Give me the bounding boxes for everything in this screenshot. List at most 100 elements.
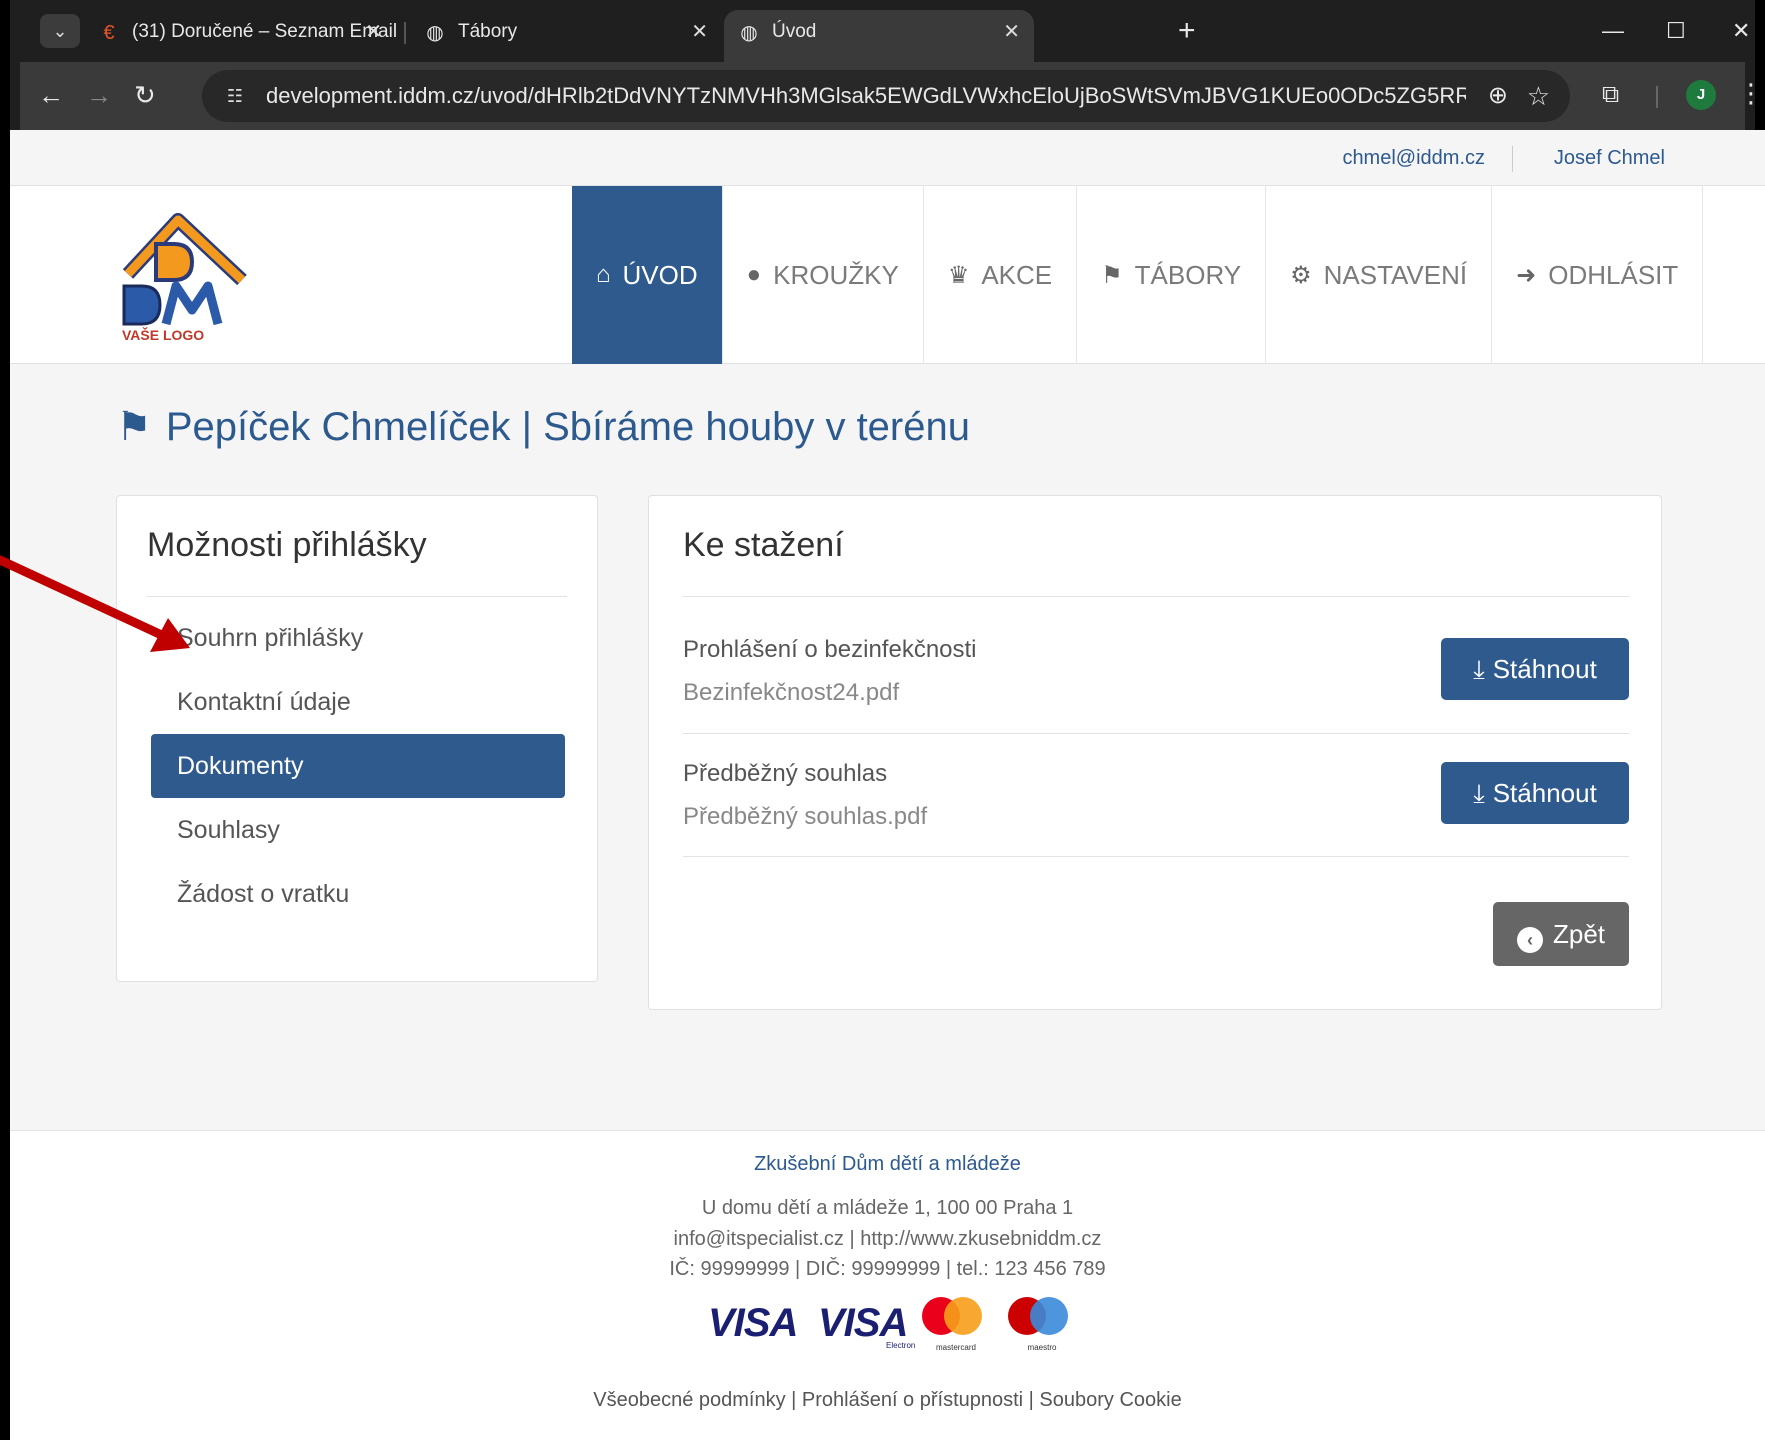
trophy-icon: ♛ [947, 261, 970, 289]
user-email-link[interactable]: chmel@iddm.cz [1342, 130, 1485, 186]
forward-arrow-icon[interactable]: → [86, 78, 112, 112]
row-divider [683, 856, 1629, 857]
document-title: Prohlášení o bezinfekčnosti [683, 636, 977, 663]
user-bar: chmel@iddm.cz Josef Chmel [10, 130, 1765, 186]
mastercard-label: mastercard [935, 1343, 976, 1352]
toolbar-separator [1656, 86, 1658, 108]
visa-electron-logo: VISA [818, 1301, 908, 1345]
nav-label: AKCE [981, 259, 1053, 290]
nav-akce[interactable]: ♛ AKCE [922, 186, 1076, 364]
maestro-blue-circle [1030, 1297, 1068, 1335]
footer-org-name[interactable]: Zkušební Dům dětí a mládeže [10, 1153, 1765, 1176]
globe-icon: ◍ [426, 22, 444, 44]
card-divider [147, 596, 567, 597]
window-close-icon[interactable]: ✕ [1732, 14, 1750, 48]
close-icon[interactable]: ✕ [365, 10, 382, 54]
zoom-icon[interactable]: ⊕ [1488, 70, 1508, 122]
nav-label: KROUŽKY [773, 259, 899, 290]
nav-label: NASTAVENÍ [1323, 259, 1468, 290]
chevron-left-icon: ‹ [1516, 927, 1543, 953]
download-button-label: Stáhnout [1492, 654, 1597, 684]
logout-icon: ➜ [1516, 261, 1537, 289]
tab-seznam[interactable]: € (31) Doručené – Seznam Email ✕ [84, 10, 398, 62]
gear-icon: ⚙ [1290, 261, 1312, 289]
tab-search-button[interactable]: ⌄ [40, 14, 80, 48]
document-title: Předběžný souhlas [683, 760, 888, 787]
tab-uvod[interactable]: ◍ Úvod ✕ [724, 10, 1034, 62]
browser-chrome: ⌄ € (31) Doručené – Seznam Email ✕ ◍ Táb… [0, 0, 1765, 130]
main-navigation: ⌂ ÚVOD ● KROUŽKY ♛ AKCE ⚑ TÁBORY ⚙ NASTA… [572, 186, 1704, 364]
site-footer: Zkušební Dům dětí a mládeže U domu dětí … [10, 1130, 1765, 1440]
nav-krouzky[interactable]: ● KROUŽKY [721, 186, 923, 364]
downloads-heading: Ke stažení [683, 526, 844, 564]
sidebar-item-souhrn[interactable]: Souhrn přihlášky [151, 606, 565, 670]
profile-avatar[interactable]: J [1686, 80, 1716, 110]
page-viewport: chmel@iddm.cz Josef Chmel VAŠE LOGO ⌂ ÚV… [10, 130, 1765, 1440]
tab-title: Tábory [458, 21, 518, 42]
mastercard-orange-circle [944, 1297, 982, 1335]
tab-tabory[interactable]: ◍ Tábory ✕ [410, 10, 722, 62]
page-title: ⚑ Pepíček Chmelíček | Sbíráme houby v ter… [116, 404, 970, 450]
row-divider [683, 733, 1629, 734]
signpost-icon: ⚑ [1101, 261, 1123, 289]
ddm-logo-icon: VAŠE LOGO [122, 213, 247, 343]
logo-text: VAŠE LOGO [122, 326, 204, 343]
annotation-arrow-icon [0, 555, 190, 652]
footer-address: U domu dětí a mládeže 1, 100 00 Praha 1 [701, 1197, 1074, 1219]
sidebar-item-kontakt[interactable]: Kontaktní údaje [151, 670, 565, 734]
document-filename: Bezinfekčnost24.pdf [683, 679, 900, 706]
extensions-icon[interactable]: ⧉ [1602, 78, 1619, 112]
visa-logo: VISA [708, 1301, 798, 1345]
nav-odhlasit[interactable]: ➜ ODHLÁSIT [1491, 186, 1704, 364]
seznam-icon: € [103, 22, 115, 44]
footer-ids: IČ: 99999999 | DIČ: 99999999 | tel.: 123… [669, 1258, 1106, 1280]
close-icon[interactable]: ✕ [691, 10, 708, 54]
browser-toolbar: ← → ↻ ☷ development.iddm.cz/uvod/dHRlb2t… [20, 62, 1764, 130]
download-icon: ⤓ [1473, 778, 1485, 808]
site-settings-icon[interactable]: ☷ [220, 82, 250, 110]
close-icon[interactable]: ✕ [1003, 10, 1020, 54]
card-divider [683, 596, 1629, 597]
nav-nastaveni[interactable]: ⚙ NASTAVENÍ [1265, 186, 1491, 364]
payment-logos: VISA VISA Electron mastercard maestro [700, 1293, 1100, 1355]
url-text[interactable]: development.iddm.cz/uvod/dHRlb2tDdVNYTzN… [266, 70, 1466, 122]
nav-tabory[interactable]: ⚑ TÁBORY [1076, 186, 1265, 364]
tab-strip: ⌄ € (31) Doručené – Seznam Email ✕ ◍ Táb… [20, 0, 1750, 62]
user-name-link[interactable]: Josef Chmel [1554, 130, 1665, 186]
footer-links[interactable]: Všeobecné podmínky | Prohlášení o přístu… [10, 1389, 1765, 1412]
footer-contact[interactable]: info@itspecialist.cz | http://www.zkuseb… [10, 1228, 1765, 1251]
new-tab-button[interactable]: + [1178, 14, 1196, 48]
globe-icon: ◍ [740, 22, 758, 44]
signpost-icon: ⚑ [116, 405, 152, 449]
browser-menu-icon[interactable]: ⋮ [1738, 76, 1764, 110]
reload-icon[interactable]: ↻ [134, 78, 156, 112]
minimize-icon[interactable]: — [1602, 14, 1624, 48]
nav-label: ÚVOD [622, 259, 698, 290]
page-title-text: Pepíček Chmelíček | Sbíráme houby v teré… [165, 405, 970, 449]
site-logo[interactable]: VAŠE LOGO [116, 204, 256, 344]
download-icon: ⤓ [1473, 654, 1485, 684]
home-icon: ⌂ [596, 261, 611, 288]
back-button-label: Zpět [1552, 919, 1606, 949]
nav-uvod[interactable]: ⌂ ÚVOD [572, 186, 722, 364]
download-button[interactable]: ⤓ Stáhnout [1441, 762, 1629, 824]
tab-title: (31) Doručené – Seznam Email [132, 21, 398, 42]
lightbulb-icon: ● [746, 261, 762, 288]
visa-electron-sub: Electron [886, 1341, 916, 1350]
sidebar-item-dokumenty[interactable]: Dokumenty [151, 734, 565, 798]
nav-label: ODHLÁSIT [1548, 259, 1679, 290]
maestro-label: maestro [1027, 1343, 1057, 1352]
back-button[interactable]: ‹ Zpět [1493, 902, 1629, 966]
sidebar-item-souhlasy[interactable]: Souhlasy [151, 798, 565, 862]
bookmark-star-icon[interactable]: ☆ [1527, 70, 1550, 122]
address-bar[interactable]: ☷ development.iddm.cz/uvod/dHRlb2tDdVNYT… [202, 70, 1570, 122]
user-bar-divider [1512, 146, 1513, 172]
download-button-label: Stáhnout [1492, 778, 1597, 808]
sidebar-item-vratka[interactable]: Žádost o vratku [151, 862, 565, 926]
document-filename: Předběžný souhlas.pdf [683, 803, 928, 830]
site-header: VAŠE LOGO ⌂ ÚVOD ● KROUŽKY ♛ AKCE ⚑ TÁBO… [10, 186, 1765, 364]
download-button[interactable]: ⤓ Stáhnout [1441, 638, 1629, 700]
maximize-icon[interactable]: ☐ [1666, 14, 1686, 48]
back-arrow-icon[interactable]: ← [38, 78, 64, 112]
nav-label: TÁBORY [1134, 259, 1242, 290]
